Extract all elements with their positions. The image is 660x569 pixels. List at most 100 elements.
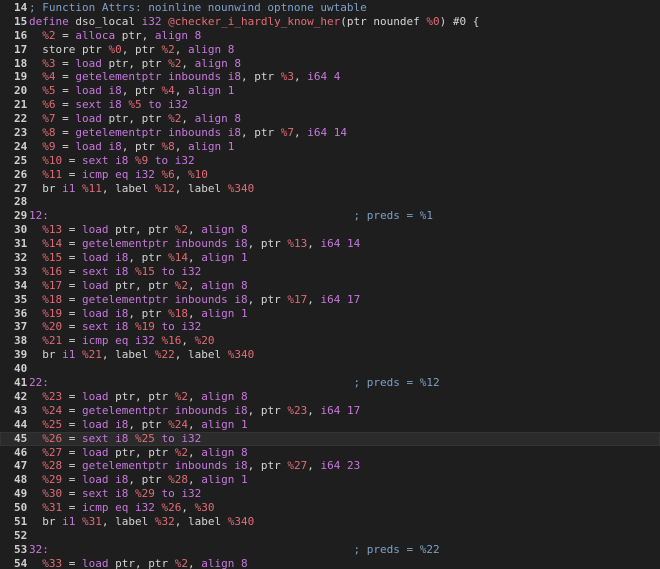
code-line[interactable]: 18 %3 = load ptr, ptr %2, align 8	[0, 57, 660, 71]
code-line[interactable]: 46 %27 = load ptr, ptr %2, align 8	[0, 446, 660, 460]
code-line[interactable]: 39 br i1 %21, label %22, label %340	[0, 348, 660, 362]
code-line[interactable]: 16 %2 = alloca ptr, align 8	[0, 29, 660, 43]
code-line[interactable]: 30 %13 = load ptr, ptr %2, align 8	[0, 223, 660, 237]
code-line[interactable]: 26 %11 = icmp eq i32 %6, %10	[0, 168, 660, 182]
code-line[interactable]: 27 br i1 %11, label %12, label %340	[0, 182, 660, 196]
code-line[interactable]: 54 %33 = load ptr, ptr %2, align 8	[0, 557, 660, 569]
code-line[interactable]: 51 br i1 %31, label %32, label %340	[0, 515, 660, 529]
code-line[interactable]: 31 %14 = getelementptr inbounds i8, ptr …	[0, 237, 660, 251]
code-line[interactable]: 52	[0, 529, 660, 543]
code-token-reg: %8	[161, 139, 175, 153]
line-code: 12: ; preds = %1	[29, 209, 660, 223]
line-number: 22	[14, 112, 28, 126]
code-line[interactable]: 24 %9 = load i8, ptr %8, align 1	[0, 140, 660, 154]
code-token-type: i32	[181, 264, 202, 278]
code-line[interactable]: 43 %24 = getelementptr inbounds i8, ptr …	[0, 404, 660, 418]
code-line[interactable]: 22 %7 = load ptr, ptr %2, align 8	[0, 112, 660, 126]
code-line[interactable]: 17 store ptr %0, ptr %2, align 8	[0, 43, 660, 57]
code-line[interactable]: 47 %28 = getelementptr inbounds i8, ptr …	[0, 459, 660, 473]
code-token-keyword: align	[188, 139, 222, 153]
code-token-type: i8	[115, 306, 129, 320]
code-line[interactable]: 50 %31 = icmp eq i32 %26, %30	[0, 501, 660, 515]
code-token-num: 14	[333, 126, 347, 140]
code-token-type: i1	[62, 181, 76, 195]
code-token-plain: noundef	[366, 14, 427, 28]
line-code: %14 = getelementptr inbounds i8, ptr %13…	[29, 237, 660, 251]
line-number: 46	[14, 445, 28, 459]
code-token-reg: %2	[42, 28, 56, 42]
code-line[interactable]: 38 %21 = icmp eq i32 %16, %20	[0, 334, 660, 348]
code-line[interactable]: 49 %30 = sext i8 %29 to i32	[0, 487, 660, 501]
line-code: %23 = load ptr, ptr %2, align 8	[29, 390, 660, 404]
code-token-reg: %29	[135, 487, 155, 501]
code-token-num: 23	[346, 459, 361, 473]
code-line[interactable]: 20 %5 = load i8, ptr %4, align 1	[0, 84, 660, 98]
line-number: 53	[14, 542, 28, 556]
code-line-current[interactable]: 45 %26 = sext i8 %25 to i32	[0, 431, 660, 446]
code-token-keyword: eq	[115, 334, 129, 348]
code-token-reg: %16	[161, 334, 182, 348]
code-line[interactable]: 48 %29 = load i8, ptr %28, align 1	[0, 473, 660, 487]
code-token-reg: %10	[188, 167, 208, 181]
code-token-plain: =	[62, 264, 82, 278]
code-line[interactable]: 33 %16 = sext i8 %15 to i32	[0, 265, 660, 279]
code-token-reg: %340	[227, 181, 255, 195]
code-line[interactable]: 21 %6 = sext i8 %5 to i32	[0, 98, 660, 112]
line-number: 48	[14, 473, 28, 487]
code-token-keyword: inbounds	[168, 70, 222, 84]
code-token-num: 1	[241, 473, 248, 487]
code-token-reg: %340	[227, 348, 255, 362]
code-line[interactable]: 15 define dso_local i32 @checker_i_hardly…	[0, 15, 660, 29]
code-token-reg: %22	[154, 348, 175, 362]
line-code: %5 = load i8, ptr %4, align 1	[29, 84, 660, 98]
code-line[interactable]: 23 %8 = getelementptr inbounds i8, ptr %…	[0, 126, 660, 140]
code-line[interactable]: 25 %10 = sext i8 %9 to i32	[0, 154, 660, 168]
code-line[interactable]: 14; Function Attrs: noinline nounwind op…	[0, 1, 660, 15]
code-line[interactable]: 53 32: ; preds = %22	[0, 543, 660, 557]
code-line[interactable]: 19 %4 = getelementptr inbounds i8, ptr %…	[0, 70, 660, 84]
code-token-plain: br	[29, 181, 63, 195]
code-line[interactable]: 37 %20 = sext i8 %19 to i32	[0, 320, 660, 334]
code-line[interactable]: 32 %15 = load i8, ptr %14, align 1	[0, 251, 660, 265]
code-line[interactable]: 41 22: ; preds = %12	[0, 376, 660, 390]
code-token-keyword: sext	[82, 153, 109, 167]
code-line[interactable]: 42 %23 = load ptr, ptr %2, align 8	[0, 390, 660, 404]
line-number: 37	[14, 320, 28, 334]
code-line[interactable]: 34 %17 = load ptr, ptr %2, align 8	[0, 279, 660, 293]
code-line[interactable]: 36 %19 = load i8, ptr %18, align 1	[0, 307, 660, 321]
code-line[interactable]: 44 %25 = load i8, ptr %24, align 1	[0, 418, 660, 432]
code-token-num: 8	[234, 56, 241, 70]
code-editor[interactable]: 14; Function Attrs: noinline nounwind op…	[0, 0, 660, 569]
line-code: %19 = load i8, ptr %18, align 1	[29, 307, 660, 321]
code-line[interactable]: 35 %18 = getelementptr inbounds i8, ptr …	[0, 293, 660, 307]
line-code: %2 = alloca ptr, align 8	[29, 29, 660, 43]
code-line[interactable]: 28	[0, 195, 660, 209]
line-number: 50	[14, 501, 28, 515]
code-line[interactable]: 40	[0, 362, 660, 376]
line-number: 51	[14, 514, 28, 528]
code-token-num: 8	[240, 556, 248, 569]
line-code: 22: ; preds = %12	[29, 376, 660, 390]
code-token-plain: , ptr	[128, 251, 169, 265]
code-token-reg: %28	[42, 459, 63, 473]
code-token-comment: ; preds = %22	[353, 542, 440, 556]
code-token-plain: ,	[187, 556, 202, 569]
code-token-keyword: getelementptr	[75, 70, 162, 84]
code-token-keyword: inbounds	[174, 292, 228, 306]
code-line[interactable]: 29 12: ; preds = %1	[0, 209, 660, 223]
code-token-type: i8	[108, 84, 122, 98]
code-token-reg: %21	[42, 334, 63, 348]
